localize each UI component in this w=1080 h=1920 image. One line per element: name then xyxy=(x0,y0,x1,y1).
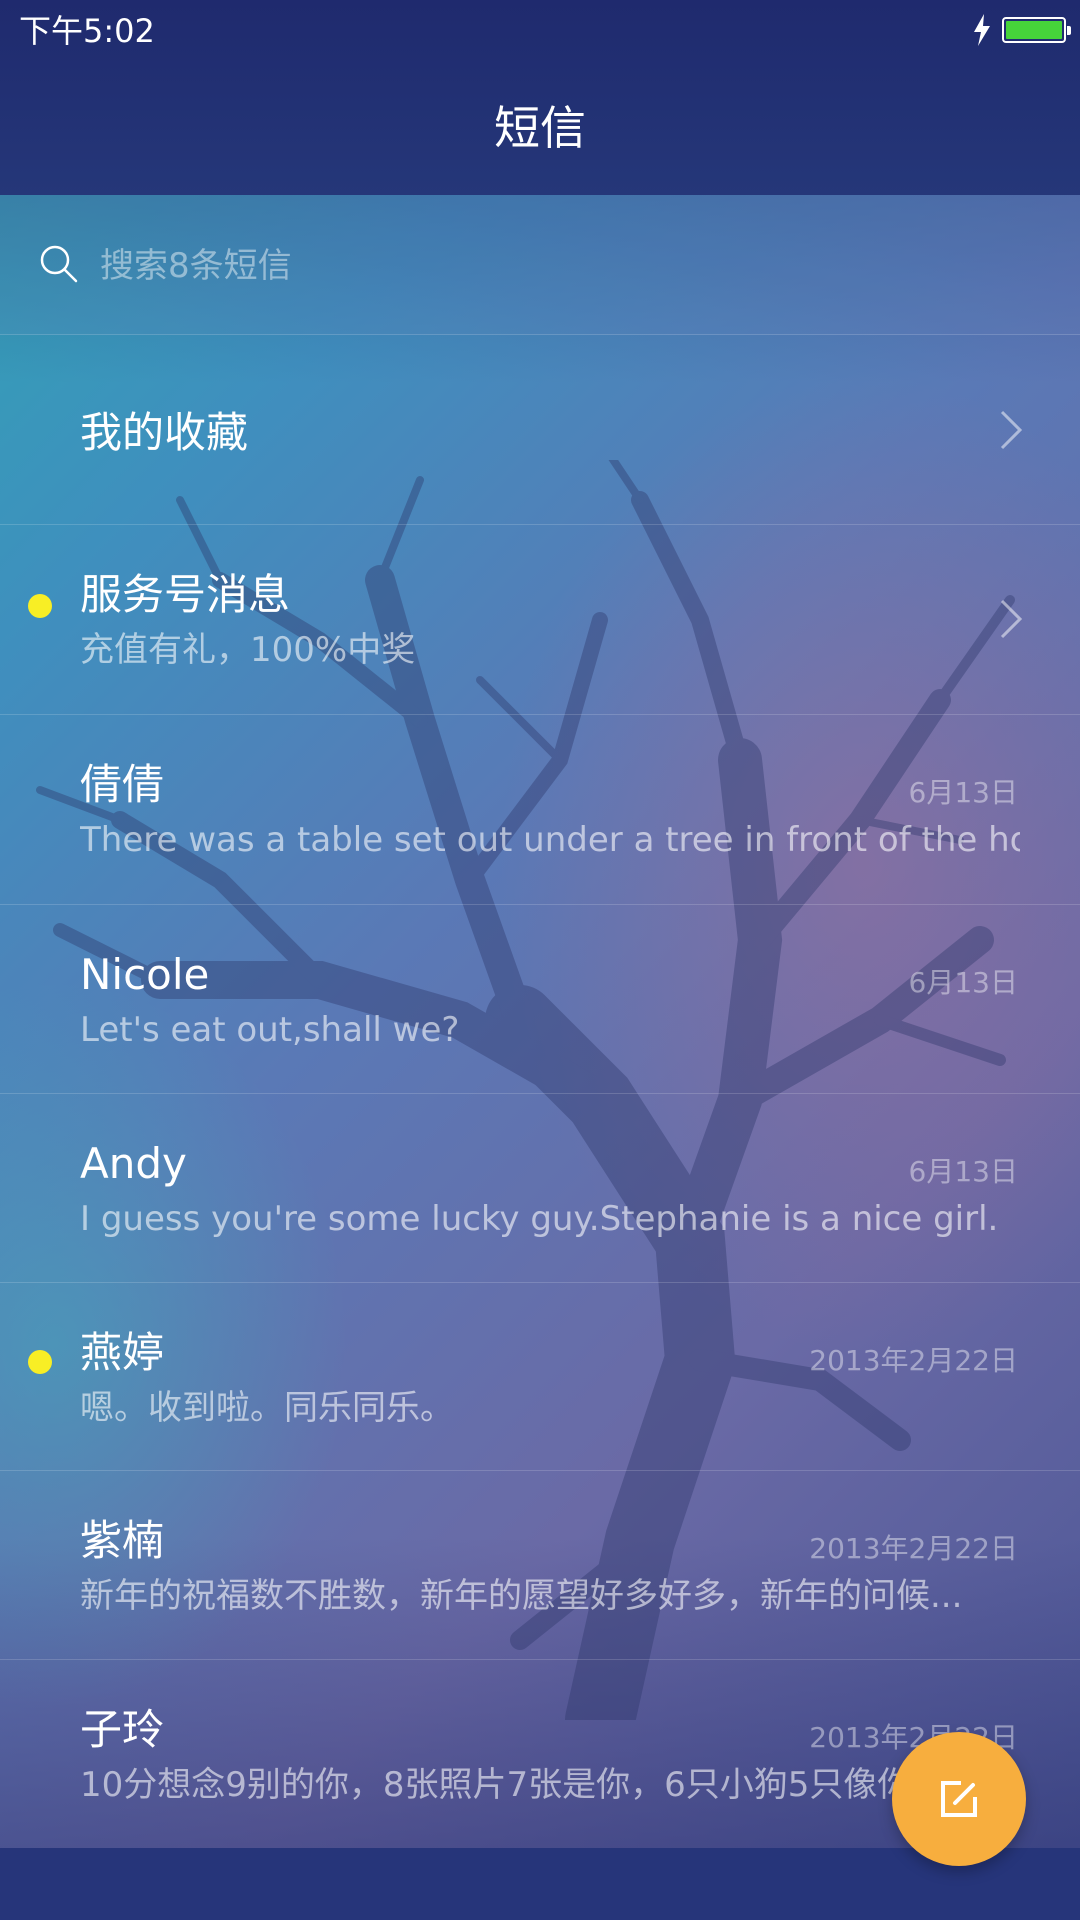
top-bar: 下午5:02 短信 xyxy=(0,0,1080,195)
unread-dot xyxy=(28,594,52,618)
compose-icon xyxy=(941,1781,977,1817)
conversation-name: Nicole xyxy=(80,950,210,999)
conversation-name: 紫楠 xyxy=(80,1516,165,1565)
conversation-date: 2013年2月22日 xyxy=(809,1532,1018,1565)
conversation-name: 子玲 xyxy=(80,1705,165,1754)
compose-button[interactable] xyxy=(892,1732,1026,1866)
conversation-name: 服务号消息 xyxy=(80,570,291,619)
conversation-preview: I guess you're some lucky guy.Stephanie … xyxy=(80,1199,999,1239)
battery-icon xyxy=(1002,17,1071,43)
unread-dot xyxy=(28,1350,52,1374)
search-bar[interactable] xyxy=(0,195,1080,335)
list-item-conversation[interactable]: 紫楠 2013年2月22日 新年的祝福数不胜数，新年的愿望好多好多，新年的问候.… xyxy=(0,1471,1080,1660)
list-item-conversation[interactable]: 倩倩 6月13日 There was a table set out under… xyxy=(0,715,1080,904)
status-time: 下午5:02 xyxy=(19,12,155,50)
status-indicators xyxy=(972,12,1071,48)
conversation-preview: 充值有礼，100%中奖 xyxy=(80,630,416,670)
bottom-bar xyxy=(0,1848,1080,1920)
conversation-preview: Let's eat out,shall we? xyxy=(80,1010,460,1050)
chevron-right-icon xyxy=(1000,410,1023,450)
conversation-date: 6月13日 xyxy=(908,1155,1018,1188)
search-input[interactable] xyxy=(98,235,1002,297)
conversation-date: 6月13日 xyxy=(908,966,1018,999)
battery-fill xyxy=(1006,21,1062,39)
conversation-name: 倩倩 xyxy=(80,760,165,809)
page-title: 短信 xyxy=(494,101,586,155)
conversation-date: 2013年2月22日 xyxy=(809,1344,1018,1377)
lightning-bolt-icon xyxy=(974,14,990,46)
list-item-conversation[interactable]: Nicole 6月13日 Let's eat out,shall we? xyxy=(0,905,1080,1094)
conversation-preview: 10分想念9别的你，8张照片7张是你，6只小狗5只像你 xyxy=(80,1765,912,1805)
conversation-preview: 新年的祝福数不胜数，新年的愿望好多好多，新年的问候... xyxy=(80,1576,963,1616)
conversation-preview: 嗯。收到啦。同乐同乐。 xyxy=(80,1388,454,1428)
conversation-name: 燕婷 xyxy=(80,1328,165,1377)
conversation-preview: There was a table set out under a tree i… xyxy=(80,820,1020,860)
list-item-conversation[interactable]: Andy 6月13日 I guess you're some lucky guy… xyxy=(0,1094,1080,1283)
conversation-name: Andy xyxy=(80,1139,187,1188)
conversation-name: 我的收藏 xyxy=(80,408,249,457)
chevron-right-icon xyxy=(1000,599,1023,639)
conversation-date: 6月13日 xyxy=(908,776,1018,809)
list-item-conversation[interactable]: 燕婷 2013年2月22日 嗯。收到啦。同乐同乐。 xyxy=(0,1283,1080,1472)
sms-app-screen: 下午5:02 短信 我的收藏 服务号消息 充值有礼，100%中奖 xyxy=(0,0,1080,1920)
search-icon xyxy=(40,245,78,283)
list-item-favorites[interactable]: 我的收藏 xyxy=(0,335,1080,524)
list-item-service-messages[interactable]: 服务号消息 充值有礼，100%中奖 xyxy=(0,525,1080,714)
